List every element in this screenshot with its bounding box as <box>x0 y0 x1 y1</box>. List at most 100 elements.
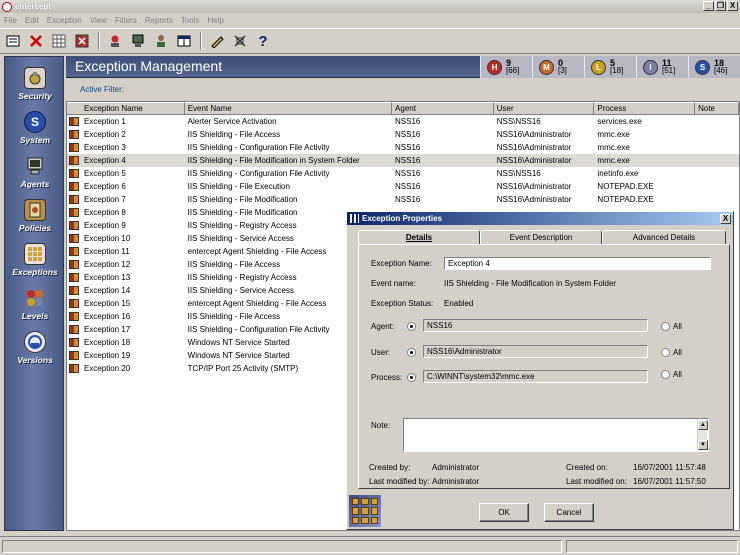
menu-edit[interactable]: Edit <box>25 16 39 25</box>
cancel-button[interactable]: Cancel <box>544 503 594 522</box>
process-specific-radio[interactable] <box>407 373 416 382</box>
cell-event-name: IIS Shielding - Configuration File Activ… <box>187 169 330 178</box>
exception-name-field[interactable]: Exception 4 <box>444 257 711 270</box>
note-textarea[interactable]: ▲ ▼ <box>403 418 709 452</box>
active-filter-label[interactable]: Active Filter: <box>80 85 124 94</box>
exception-status-label: Exception Status: <box>371 299 434 308</box>
versions-icon <box>24 331 46 353</box>
menu-filters[interactable]: Filters <box>115 16 137 25</box>
high-badge-icon: H <box>487 59 502 75</box>
scroll-down-icon[interactable]: ▼ <box>698 440 708 450</box>
status-panel <box>566 540 738 553</box>
agent-field[interactable]: NSS16 <box>423 319 648 332</box>
user-field[interactable]: NSS16\Administrator <box>423 345 648 358</box>
sidebar-item-label: Agents <box>20 179 50 189</box>
sidebar-item-policies[interactable]: Policies <box>5 199 65 233</box>
count-low[interactable]: L 5 [18] <box>584 56 636 78</box>
cell-event-name: IIS Shielding - File Modification in Sys… <box>187 156 360 165</box>
tab-advanced-details[interactable]: Advanced Details <box>602 230 726 245</box>
menu-tools[interactable]: Tools <box>181 16 200 25</box>
exception-row-icon <box>69 221 79 230</box>
edit-icon[interactable] <box>208 32 226 50</box>
exception-row-icon <box>69 312 79 321</box>
dialog-close-button[interactable]: X <box>720 214 731 224</box>
table-row[interactable]: Exception 7 IIS Shielding - File Modifica… <box>67 193 739 206</box>
modified-by-value: Administrator <box>432 477 480 486</box>
user-icon[interactable] <box>152 32 170 50</box>
sidebar-item-agents[interactable]: Agents <box>5 155 65 189</box>
menu-reports[interactable]: Reports <box>145 16 173 25</box>
note-scrollbar[interactable]: ▲ ▼ <box>697 420 708 450</box>
dialog-icon <box>350 214 359 223</box>
sidebar-item-security[interactable]: Security <box>5 67 65 101</box>
restore-button[interactable]: ❐ <box>715 1 726 11</box>
agent-specific-radio[interactable] <box>407 322 416 331</box>
system-icon: S <box>24 111 46 133</box>
report-icon[interactable] <box>129 32 147 50</box>
properties-icon[interactable] <box>4 32 22 50</box>
clear-icon[interactable] <box>231 32 249 50</box>
cell-process: NOTEPAD.EXE <box>597 195 654 204</box>
cell-process: inetinfo.exe <box>597 169 639 178</box>
sidebar-item-exceptions[interactable]: Exceptions <box>5 243 65 277</box>
table-row[interactable]: Exception 2 IIS Shielding - File Access NS… <box>67 128 739 141</box>
user-specific-radio[interactable] <box>407 348 416 357</box>
sidebar-item-levels[interactable]: Levels <box>5 287 65 321</box>
agents-icon <box>24 155 46 177</box>
table-row[interactable]: Exception 5 IIS Shielding - Configuration… <box>67 167 739 180</box>
sidebar-item-label: Security <box>18 91 52 101</box>
column-header-event-name[interactable]: Event Name <box>184 102 393 115</box>
menu-help[interactable]: Help <box>208 16 224 25</box>
filter-bar: Active Filter: <box>66 79 740 101</box>
page-title: Exception Management <box>75 58 223 74</box>
count-info[interactable]: I 11 [51] <box>636 56 688 78</box>
tab-details[interactable]: Details <box>358 230 480 245</box>
count-total: [3] <box>558 66 567 75</box>
count-system[interactable]: S 18 [46] <box>688 56 740 78</box>
sidebar-item-system[interactable]: S System <box>5 111 65 145</box>
grid-icon[interactable] <box>50 32 68 50</box>
minimize-button[interactable]: _ <box>703 1 714 11</box>
column-header-note[interactable]: Note <box>695 102 739 115</box>
ok-button[interactable]: OK <box>479 503 529 522</box>
column-header-user[interactable]: User <box>493 102 595 115</box>
process-all-radio[interactable] <box>661 370 670 379</box>
column-header-agent[interactable]: Agent <box>392 102 494 115</box>
delete-icon[interactable] <box>27 32 45 50</box>
help-icon[interactable]: ? <box>254 32 272 50</box>
column-header-process[interactable]: Process <box>594 102 696 115</box>
filter-icon[interactable] <box>73 32 91 50</box>
dialog-titlebar[interactable]: Exception Properties <box>347 212 733 225</box>
agent-icon[interactable] <box>106 32 124 50</box>
count-medium[interactable]: M 0 [3] <box>532 56 584 78</box>
process-all-label: All <box>673 370 682 379</box>
medium-badge-icon: M <box>539 59 554 75</box>
table-row[interactable]: Exception 6 IIS Shielding - File Executio… <box>67 180 739 193</box>
menu-view[interactable]: View <box>90 16 107 25</box>
app-icon <box>2 1 12 12</box>
cell-text: Exception 6 <box>84 182 126 191</box>
info-badge-icon: I <box>643 59 658 75</box>
count-high[interactable]: H 9 [66] <box>480 56 532 78</box>
column-header-exception-name[interactable]: Exception Name <box>67 102 185 115</box>
exception-row-icon <box>69 299 79 308</box>
agent-all-radio[interactable] <box>661 322 670 331</box>
tab-event-description[interactable]: Event Description <box>480 230 602 245</box>
cell-exception-name: Exception 3 <box>67 143 185 152</box>
cell-text: Exception 13 <box>84 273 131 282</box>
window-icon[interactable] <box>175 32 193 50</box>
user-all-radio[interactable] <box>661 348 670 357</box>
table-row[interactable]: Exception 1 Alerter Service Activation NSS… <box>67 115 739 128</box>
close-button[interactable]: X <box>727 1 738 11</box>
menu-exception[interactable]: Exception <box>47 16 82 25</box>
table-header: Exception Name Event Name Agent User Pro… <box>67 102 739 115</box>
cell-text: Exception 20 <box>84 364 131 373</box>
menu-file[interactable]: File <box>4 16 17 25</box>
cell-exception-name: Exception 9 <box>67 221 185 230</box>
cell-process: mmc.exe <box>597 156 630 165</box>
table-row[interactable]: Exception 4 IIS Shielding - File Modifica… <box>67 154 739 167</box>
process-field[interactable]: C:\WINNT\system32\mmc.exe <box>423 370 648 383</box>
table-row[interactable]: Exception 3 IIS Shielding - Configuration… <box>67 141 739 154</box>
sidebar-item-versions[interactable]: Versions <box>5 331 65 365</box>
scroll-up-icon[interactable]: ▲ <box>698 420 708 430</box>
